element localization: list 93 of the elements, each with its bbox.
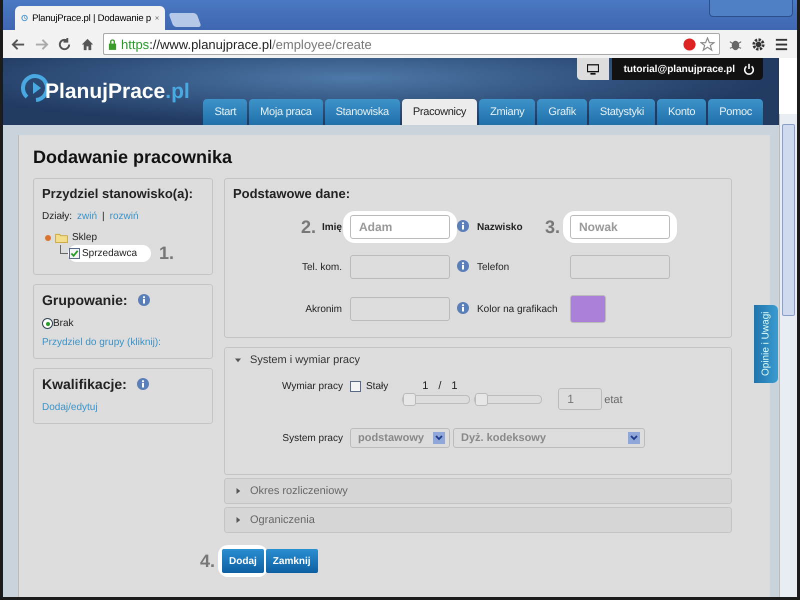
power-icon[interactable]	[743, 63, 755, 75]
assign-group-link[interactable]: Przydziel do grupy (kliknij):	[42, 337, 204, 348]
info-icon[interactable]	[138, 294, 150, 306]
info-icon[interactable]	[457, 220, 469, 232]
nav-tab[interactable]: Grafik	[537, 99, 587, 125]
back-icon[interactable]	[11, 36, 26, 52]
address-bar[interactable]: https://www.planujprace.pl/employee/create	[103, 33, 720, 55]
scrollbar[interactable]	[779, 114, 797, 597]
fraction-slash: /	[438, 380, 442, 392]
forward-icon[interactable]	[34, 36, 49, 52]
new-tab-button[interactable]	[168, 13, 202, 27]
action-button[interactable]: Dodaj	[222, 549, 264, 573]
nav-tab[interactable]: Statystyki	[588, 99, 655, 125]
info-icon[interactable]	[457, 302, 469, 314]
separator: |	[102, 211, 105, 222]
slider-thumb[interactable]	[475, 393, 488, 406]
logo[interactable]: PlanujPrace.pl	[21, 72, 190, 112]
field-label: Nazwisko	[477, 222, 523, 232]
browser-tab[interactable]: PlanujPrace.pl | Dodawanie p	[15, 6, 165, 30]
field-label: Tel. kom.	[302, 262, 342, 272]
feedback-tab[interactable]: Opinie i Uwagi	[754, 305, 778, 383]
field-label: Telefon	[477, 262, 510, 272]
nav-tab[interactable]: Zmiany	[479, 99, 536, 125]
step-number: 1.	[159, 243, 174, 264]
nav-tab[interactable]: Pomoc	[708, 99, 763, 125]
input-field[interactable]	[350, 255, 450, 279]
action-button[interactable]: Zamknij	[266, 549, 318, 573]
nav-tab[interactable]: Konto	[657, 99, 706, 125]
settings-icon[interactable]	[751, 36, 766, 52]
section-header[interactable]: System i wymiar pracy	[225, 348, 731, 372]
departments-label: Działy:	[42, 211, 72, 222]
info-icon[interactable]	[457, 260, 469, 272]
section-header[interactable]: Ograniczenia	[225, 508, 731, 532]
info-icon[interactable]	[136, 378, 149, 390]
select-field[interactable]: Dyż. kodeksowy	[453, 428, 645, 448]
panel-title: Kwalifikacje:	[42, 376, 127, 392]
reload-icon[interactable]	[57, 36, 72, 52]
input-field[interactable]: 1	[558, 388, 602, 410]
dropdown-icon	[628, 432, 640, 444]
color-swatch[interactable]	[570, 295, 606, 323]
step-number: 3.	[544, 216, 560, 238]
unit-label: etat	[604, 394, 623, 406]
checkbox[interactable]	[350, 381, 361, 392]
input-field[interactable]	[350, 297, 450, 321]
step-number: 4.	[200, 550, 216, 572]
slider-thumb[interactable]	[403, 393, 416, 406]
field-label: Akronim	[305, 304, 342, 314]
tree-item[interactable]: Sklep	[72, 232, 98, 243]
user-email: tutorial@planujprace.pl	[624, 64, 735, 74]
step-number: 2.	[300, 216, 316, 238]
edit-link[interactable]: Dodaj/edytuj	[42, 402, 204, 413]
folder-icon	[55, 232, 68, 242]
monitor-button[interactable]	[576, 58, 609, 80]
denominator: 1	[451, 380, 458, 392]
select-field[interactable]: podstawowy	[350, 428, 450, 448]
radio-label: Brak	[53, 318, 74, 329]
caret-icon	[235, 488, 241, 494]
panel-title: Grupowanie:	[42, 292, 128, 308]
home-icon[interactable]	[80, 36, 95, 52]
input-field[interactable]: Adam	[350, 215, 450, 239]
monitor-icon	[586, 64, 599, 74]
tab-title: PlanujPrace.pl | Dodawanie p	[32, 12, 151, 24]
field-label: System pracy	[281, 432, 343, 444]
field-label: Kolor na grafikach	[477, 304, 558, 314]
dropdown-icon	[433, 432, 445, 444]
star-icon[interactable]	[700, 36, 715, 52]
checkbox-label: Stały	[366, 381, 388, 392]
stop-sign-icon[interactable]	[683, 38, 696, 50]
numerator: 1	[422, 380, 428, 392]
field-label: Imię	[322, 222, 342, 232]
section-header[interactable]: Okres rozliczeniowy	[225, 479, 731, 503]
bullet-icon	[45, 234, 51, 240]
caret-icon	[235, 517, 241, 523]
checkbox[interactable]	[69, 248, 80, 259]
nav-tab[interactable]: Stanowiska	[324, 99, 400, 125]
input-field[interactable]	[570, 255, 670, 279]
close-icon[interactable]	[154, 14, 159, 22]
input-field[interactable]: Nowak	[570, 215, 670, 239]
caret-icon	[235, 357, 241, 363]
lock-icon	[108, 38, 117, 50]
menu-icon[interactable]	[774, 36, 789, 52]
radio-button[interactable]	[42, 318, 53, 329]
expand-link[interactable]: rozwiń	[110, 211, 139, 222]
field-label: Wymiar pracy	[280, 381, 343, 392]
nav-tab[interactable]: Start	[203, 99, 248, 125]
nav-tab[interactable]: Moja praca	[249, 99, 323, 125]
nav-tab[interactable]: Pracownicy	[402, 99, 478, 125]
collapse-link[interactable]: zwiń	[77, 211, 98, 222]
panel-title: Podstawowe dane:	[233, 186, 352, 201]
page-title: Dodawanie pracownika	[33, 147, 234, 168]
user-menu[interactable]: tutorial@planujprace.pl	[612, 58, 763, 80]
panel-title: Przydziel stanowisko(a):	[42, 186, 194, 201]
window-controls[interactable]	[709, 0, 793, 17]
